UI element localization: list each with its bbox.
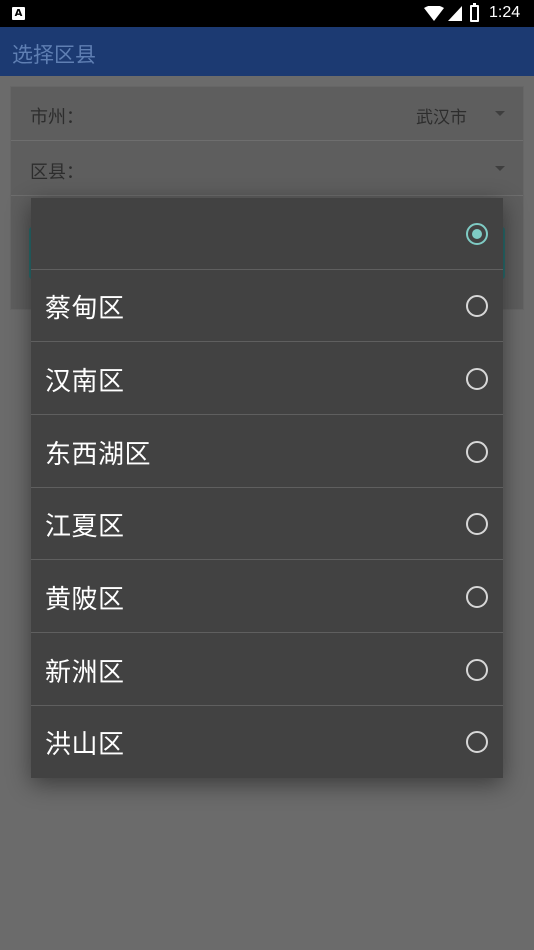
dropdown-arrow-icon [495, 111, 505, 116]
option-huangpi[interactable]: 黄陂区 [31, 561, 503, 633]
city-spinner[interactable]: 市州： 武汉市 [11, 87, 523, 141]
option-label: 汉南区 [45, 367, 125, 397]
option-label: 黄陂区 [45, 585, 125, 615]
radio-unchecked-icon[interactable] [466, 586, 488, 608]
option-hannan[interactable]: 汉南区 [31, 343, 503, 415]
page-title: 选择区县 [12, 43, 96, 67]
radio-unchecked-icon[interactable] [466, 295, 488, 317]
county-picker-dialog: 蔡甸区 汉南区 东西湖区 江夏区 黄陂区 新洲区 洪山区 [31, 198, 503, 778]
app-bar: 选择区县 [0, 27, 534, 76]
radio-unchecked-icon[interactable] [466, 659, 488, 681]
notification-a-icon: A [12, 7, 25, 20]
radio-unchecked-icon[interactable] [466, 731, 488, 753]
radio-unchecked-icon[interactable] [466, 441, 488, 463]
wifi-icon [424, 6, 444, 21]
option-label: 东西湖区 [45, 440, 152, 470]
option-jiangxia[interactable]: 江夏区 [31, 488, 503, 560]
county-spinner[interactable]: 区县： [11, 142, 523, 196]
radio-unchecked-icon[interactable] [466, 368, 488, 390]
option-label: 新洲区 [45, 658, 125, 688]
option-empty[interactable] [31, 198, 503, 270]
status-bar: A 1:24 [0, 0, 534, 27]
city-label: 市州： [30, 107, 84, 128]
option-dongxihu[interactable]: 东西湖区 [31, 416, 503, 488]
dropdown-arrow-icon [495, 166, 505, 171]
city-value: 武汉市 [416, 108, 467, 128]
option-label: 洪山区 [45, 730, 125, 760]
status-time: 1:24 [489, 4, 521, 21]
radio-checked-icon[interactable] [466, 223, 488, 245]
signal-icon [448, 6, 462, 21]
option-caidian[interactable]: 蔡甸区 [31, 270, 503, 342]
county-label: 区县： [30, 162, 84, 183]
radio-unchecked-icon[interactable] [466, 513, 488, 535]
battery-icon [470, 3, 479, 22]
option-xinzhou[interactable]: 新洲区 [31, 634, 503, 706]
option-hongshan[interactable]: 洪山区 [31, 706, 503, 778]
option-label: 蔡甸区 [45, 294, 125, 324]
option-label: 江夏区 [45, 512, 125, 542]
